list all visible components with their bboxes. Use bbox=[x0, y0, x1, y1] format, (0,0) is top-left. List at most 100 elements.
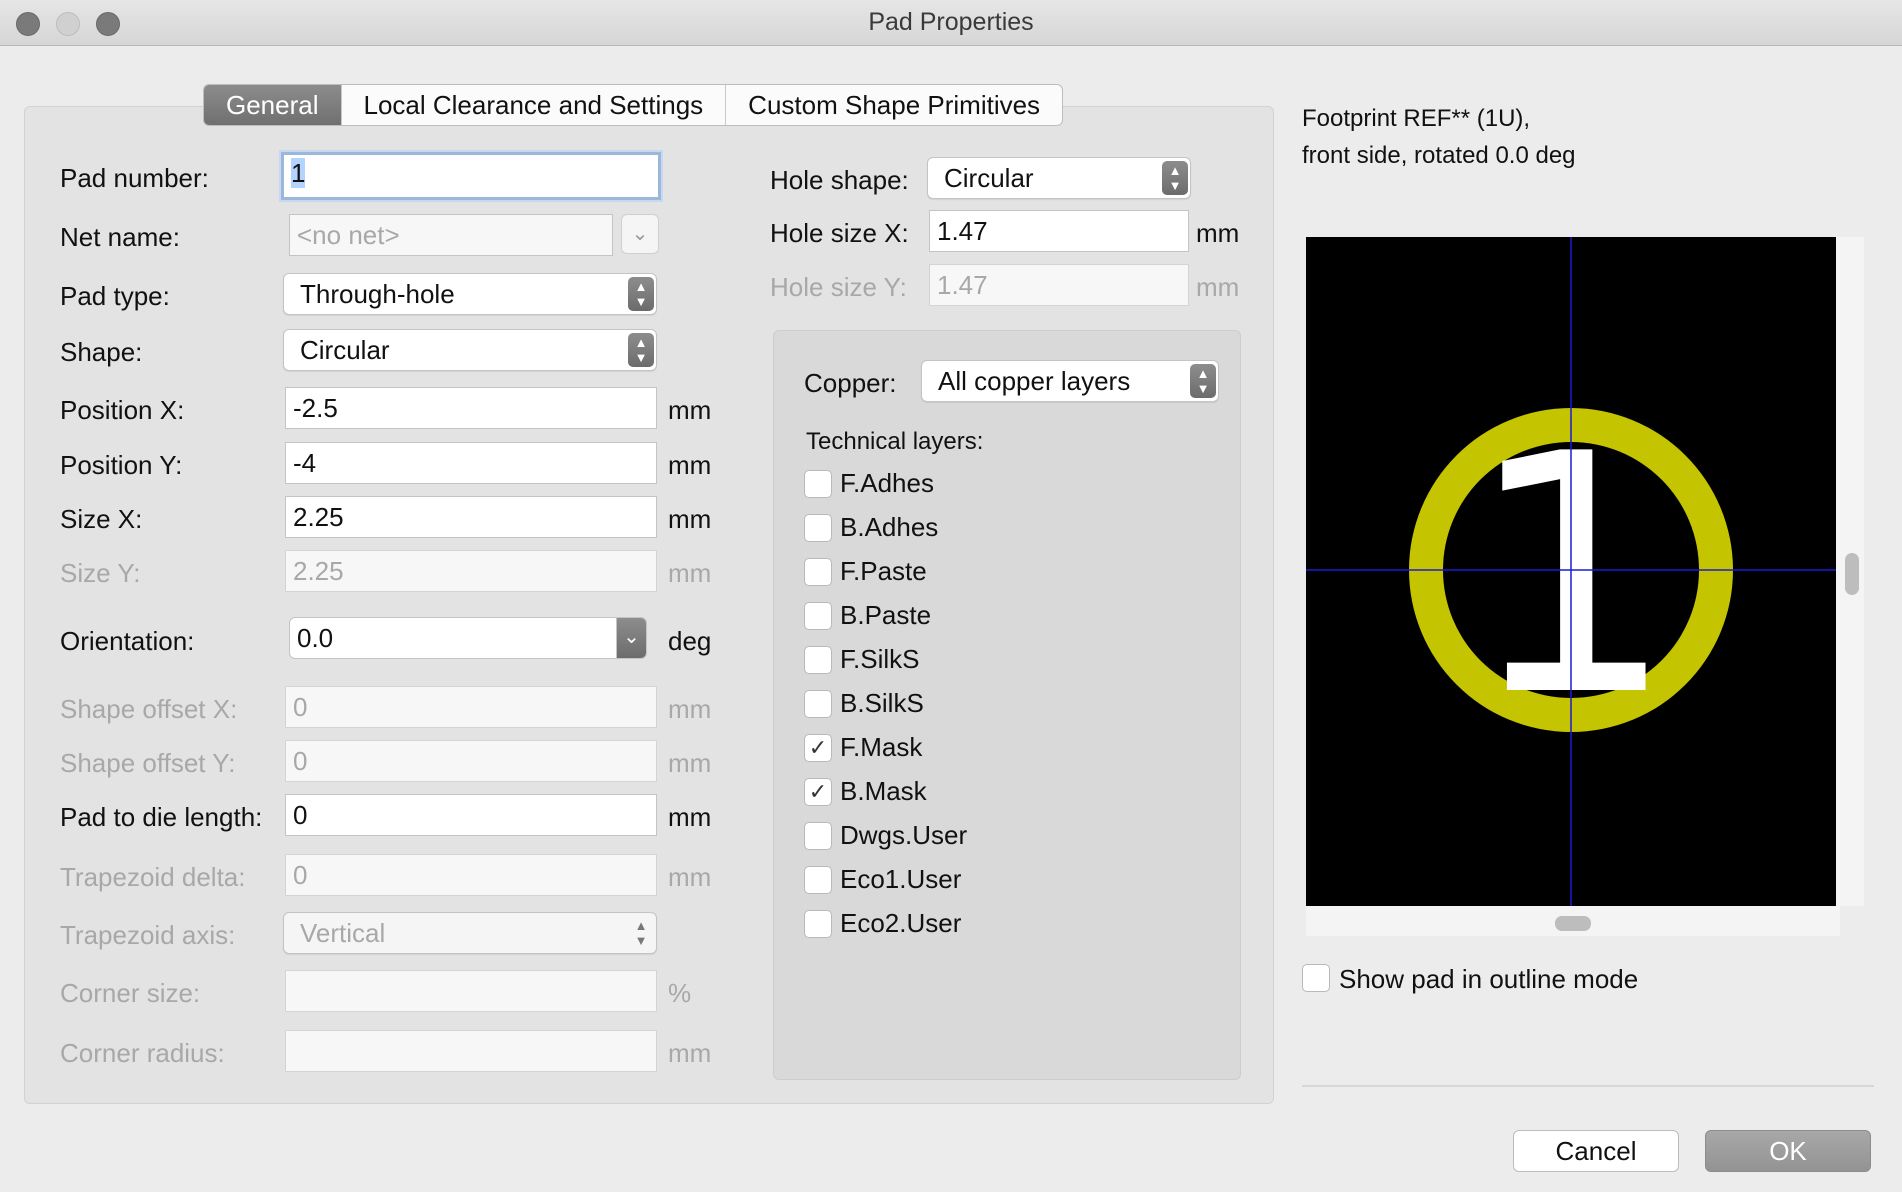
hole-size-x-unit: mm bbox=[1196, 218, 1240, 248]
shape-select[interactable]: Circular ▲ ▼ bbox=[283, 329, 657, 371]
hole-shape-select[interactable]: Circular ▲ ▼ bbox=[927, 157, 1191, 199]
layer-label: Dwgs.User bbox=[840, 820, 968, 850]
pad-type-select[interactable]: Through-hole ▲ ▼ bbox=[283, 273, 657, 315]
shape-offset-y-unit: mm bbox=[668, 748, 712, 778]
pad-preview-drawing: 1 bbox=[1306, 237, 1836, 906]
pad-to-die-label: Pad to die length: bbox=[60, 802, 263, 832]
corner-size-label: Corner size: bbox=[60, 978, 201, 1008]
hole-size-y-label: Hole size Y: bbox=[770, 272, 907, 302]
updown-arrows-icon: ▲ ▼ bbox=[1190, 364, 1216, 398]
layer-checkbox-dwgs-user[interactable] bbox=[804, 822, 832, 850]
position-x-unit: mm bbox=[668, 395, 712, 425]
updown-arrows-icon: ▲ ▼ bbox=[634, 918, 648, 948]
trapezoid-delta-label: Trapezoid delta: bbox=[60, 862, 246, 892]
layer-label: Eco1.User bbox=[840, 864, 962, 894]
corner-size-input[interactable] bbox=[285, 970, 657, 1012]
chevron-down-icon[interactable]: ⌄ bbox=[616, 618, 646, 658]
footprint-info-line2: front side, rotated 0.0 deg bbox=[1302, 142, 1576, 169]
tab-general[interactable]: General bbox=[204, 85, 342, 125]
corner-radius-unit: mm bbox=[668, 1038, 712, 1068]
updown-arrows-icon: ▲ ▼ bbox=[628, 333, 654, 367]
layer-checkbox-f-paste[interactable] bbox=[804, 558, 832, 586]
layer-checkbox-b-paste[interactable] bbox=[804, 602, 832, 630]
position-y-label: Position Y: bbox=[60, 450, 183, 480]
outline-mode-checkbox[interactable] bbox=[1302, 964, 1330, 992]
technical-layers-label: Technical layers: bbox=[806, 428, 984, 455]
size-y-label: Size Y: bbox=[60, 558, 141, 588]
tab-bar: General Local Clearance and Settings Cus… bbox=[203, 84, 1064, 126]
layer-label: B.Paste bbox=[840, 600, 932, 630]
ok-button[interactable]: OK bbox=[1705, 1130, 1871, 1172]
pad-to-die-input[interactable]: 0 bbox=[285, 794, 657, 836]
size-x-label: Size X: bbox=[60, 504, 143, 534]
shape-offset-x-input[interactable]: 0 bbox=[285, 686, 657, 728]
size-y-input[interactable]: 2.25 bbox=[285, 550, 657, 592]
layer-checkbox-f-mask[interactable]: ✓ bbox=[804, 734, 832, 762]
hole-size-y-unit: mm bbox=[1196, 272, 1240, 302]
layer-checkbox-f-adhes[interactable] bbox=[804, 470, 832, 498]
corner-radius-input[interactable] bbox=[285, 1030, 657, 1072]
size-x-input[interactable]: 2.25 bbox=[285, 496, 657, 538]
cancel-button[interactable]: Cancel bbox=[1513, 1130, 1679, 1172]
tab-local-clearance[interactable]: Local Clearance and Settings bbox=[342, 85, 727, 125]
trapezoid-delta-input[interactable]: 0 bbox=[285, 854, 657, 896]
updown-arrows-icon: ▲ ▼ bbox=[1162, 161, 1188, 195]
layer-checkbox-eco2-user[interactable] bbox=[804, 910, 832, 938]
pad-preview-canvas[interactable]: 1 bbox=[1306, 237, 1836, 906]
layer-label: F.SilkS bbox=[840, 644, 920, 674]
position-x-label: Position X: bbox=[60, 395, 185, 425]
copper-layers-value: All copper layers bbox=[938, 366, 1131, 396]
position-y-unit: mm bbox=[668, 450, 712, 480]
pad-to-die-unit: mm bbox=[668, 802, 712, 832]
layer-checkbox-b-adhes[interactable] bbox=[804, 514, 832, 542]
position-y-input[interactable]: -4 bbox=[285, 442, 657, 484]
layer-checkbox-eco1-user[interactable] bbox=[804, 866, 832, 894]
size-y-unit: mm bbox=[668, 558, 712, 588]
footprint-info-line1: Footprint REF** (1U), bbox=[1302, 105, 1531, 132]
shape-label: Shape: bbox=[60, 337, 143, 367]
trapezoid-axis-value: Vertical bbox=[300, 918, 386, 948]
layer-label: F.Mask bbox=[840, 732, 923, 762]
hole-size-x-label: Hole size X: bbox=[770, 218, 909, 248]
pad-type-label: Pad type: bbox=[60, 281, 170, 311]
trapezoid-axis-select[interactable]: Vertical ▲ ▼ bbox=[283, 912, 657, 954]
preview-horizontal-scroll-thumb[interactable] bbox=[1555, 916, 1591, 931]
hole-shape-value: Circular bbox=[944, 163, 1034, 193]
layer-label: F.Paste bbox=[840, 556, 927, 586]
layer-checkbox-b-mask[interactable]: ✓ bbox=[804, 778, 832, 806]
trapezoid-delta-unit: mm bbox=[668, 862, 712, 892]
pad-number-label: Pad number: bbox=[60, 163, 209, 193]
preview-vertical-scroll-thumb[interactable] bbox=[1845, 553, 1859, 595]
orientation-combobox[interactable]: 0.0 ⌄ bbox=[289, 617, 647, 659]
net-name-label: Net name: bbox=[60, 222, 180, 252]
corner-radius-label: Corner radius: bbox=[60, 1038, 225, 1068]
layer-checkbox-f-silks[interactable] bbox=[804, 646, 832, 674]
layer-label: B.Mask bbox=[840, 776, 927, 806]
shape-offset-y-input[interactable]: 0 bbox=[285, 740, 657, 782]
copper-label: Copper: bbox=[804, 368, 897, 398]
outline-mode-label: Show pad in outline mode bbox=[1339, 964, 1639, 994]
net-name-dropdown-button[interactable]: ⌄ bbox=[621, 214, 659, 254]
orientation-value: 0.0 bbox=[297, 623, 334, 653]
tab-custom-shape-primitives[interactable]: Custom Shape Primitives bbox=[726, 85, 1062, 125]
layer-checkbox-b-silks[interactable] bbox=[804, 690, 832, 718]
position-x-input[interactable]: -2.5 bbox=[285, 387, 657, 429]
shape-offset-y-label: Shape offset Y: bbox=[60, 748, 236, 778]
layer-label: Eco2.User bbox=[840, 908, 962, 938]
shape-offset-x-label: Shape offset X: bbox=[60, 694, 238, 724]
hole-shape-label: Hole shape: bbox=[770, 165, 909, 195]
orientation-label: Orientation: bbox=[60, 626, 195, 656]
checkmark-icon: ✓ bbox=[808, 779, 828, 804]
chevron-down-icon: ⌄ bbox=[631, 223, 649, 245]
copper-layers-select[interactable]: All copper layers ▲ ▼ bbox=[921, 360, 1219, 402]
pad-number-value: 1 bbox=[291, 158, 306, 188]
hole-size-y-input[interactable]: 1.47 bbox=[929, 264, 1189, 306]
pad-type-value: Through-hole bbox=[300, 279, 455, 309]
pad-number-input[interactable]: 1 bbox=[281, 152, 661, 200]
hole-size-x-input[interactable]: 1.47 bbox=[929, 210, 1189, 252]
net-name-input[interactable]: <no net> bbox=[289, 214, 613, 256]
shape-value: Circular bbox=[300, 335, 390, 365]
divider bbox=[1302, 1085, 1874, 1087]
updown-arrows-icon: ▲ ▼ bbox=[628, 277, 654, 311]
orientation-unit: deg bbox=[668, 626, 712, 656]
